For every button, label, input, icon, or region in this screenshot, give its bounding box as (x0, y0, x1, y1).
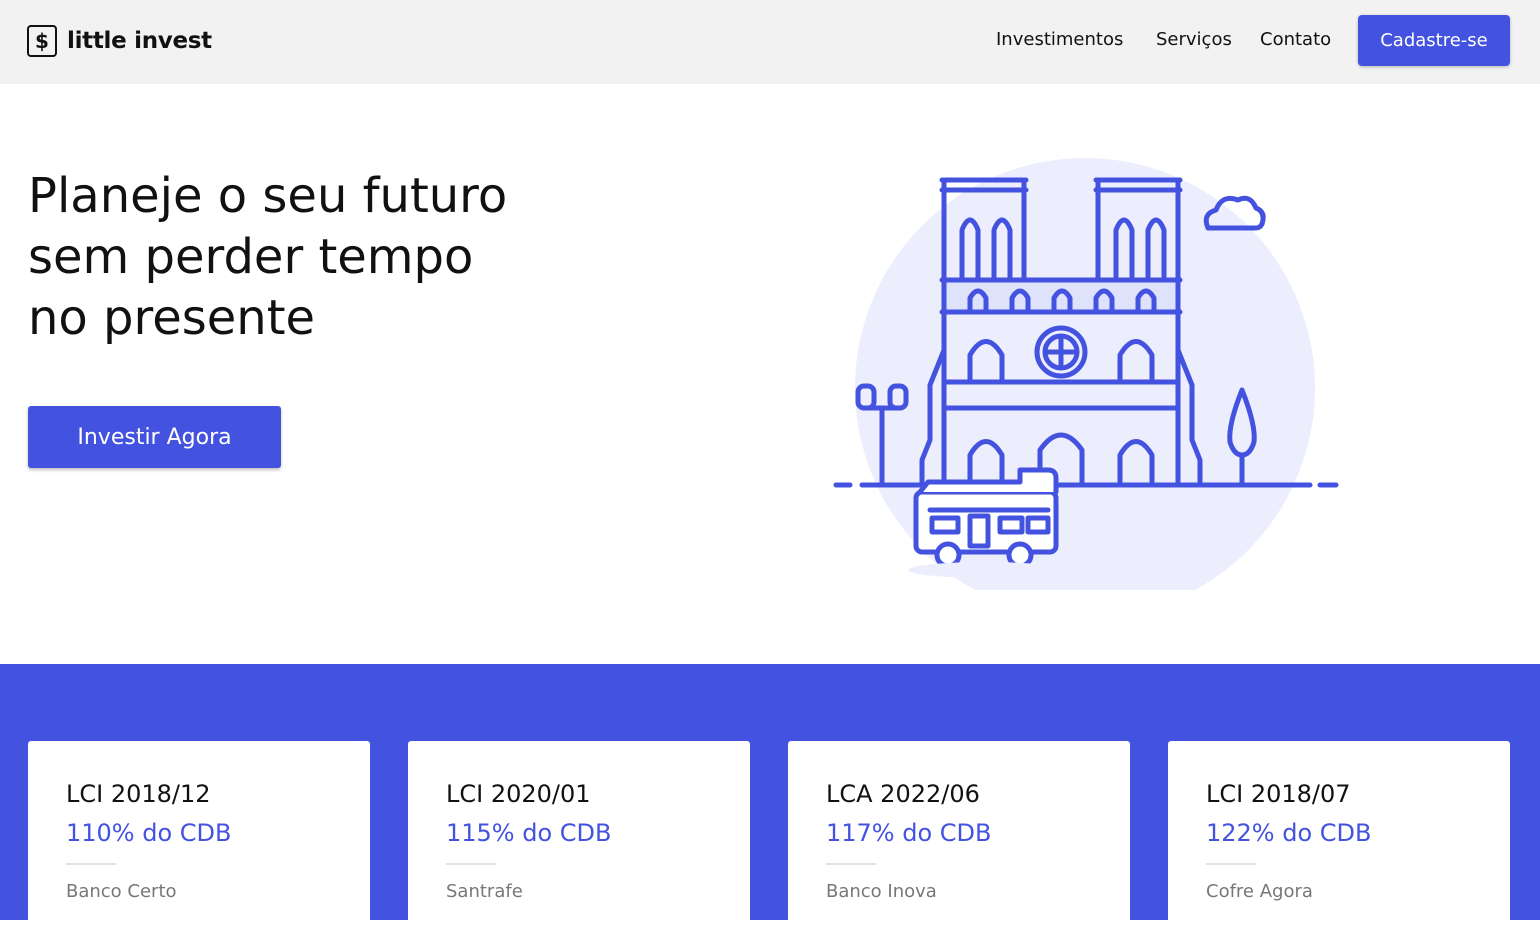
investment-title: LCI 2020/01 (446, 780, 591, 808)
cathedral-and-bus-illustration (833, 158, 1339, 590)
hero-title-line: no presente (28, 290, 316, 346)
investment-title: LCI 2018/07 (1206, 780, 1351, 808)
investment-bank: Santrafe (446, 881, 523, 902)
dollar-icon: $ (27, 25, 57, 57)
investment-bank: Cofre Agora (1206, 881, 1313, 902)
investment-rate: 115% do CDB (446, 819, 612, 847)
card-divider (66, 863, 116, 865)
site-header: $ little invest Investimentos Serviços C… (0, 0, 1540, 84)
investment-card[interactable]: LCI 2018/12 110% do CDB Banco Certo (28, 741, 370, 941)
investment-rate: 110% do CDB (66, 819, 232, 847)
investment-bank: Banco Certo (66, 881, 177, 902)
investment-title: LCI 2018/12 (66, 780, 211, 808)
nav-link-contato[interactable]: Contato (1260, 29, 1331, 50)
investment-card[interactable]: LCI 2020/01 115% do CDB Santrafe (408, 741, 750, 941)
invest-now-button[interactable]: Investir Agora (28, 406, 281, 468)
investment-rate: 122% do CDB (1206, 819, 1372, 847)
hero-title-line: Planeje o seu futuro (28, 168, 508, 224)
nav-link-servicos[interactable]: Serviços (1156, 29, 1232, 50)
investment-bank: Banco Inova (826, 881, 937, 902)
nav-link-investimentos[interactable]: Investimentos (996, 29, 1123, 50)
logo[interactable]: $ little invest (27, 24, 212, 58)
card-divider (826, 863, 876, 865)
hero-title: Planeje o seu futuro sem perder tempo no… (28, 166, 507, 349)
card-divider (1206, 863, 1256, 865)
hero-title-line: sem perder tempo (28, 229, 474, 285)
investment-title: LCA 2022/06 (826, 780, 980, 808)
signup-button[interactable]: Cadastre-se (1358, 15, 1510, 66)
investment-card[interactable]: LCI 2018/07 122% do CDB Cofre Agora (1168, 741, 1510, 941)
logo-text: little invest (67, 28, 212, 54)
card-divider (446, 863, 496, 865)
investment-rate: 117% do CDB (826, 819, 992, 847)
investment-card[interactable]: LCA 2022/06 117% do CDB Banco Inova (788, 741, 1130, 941)
